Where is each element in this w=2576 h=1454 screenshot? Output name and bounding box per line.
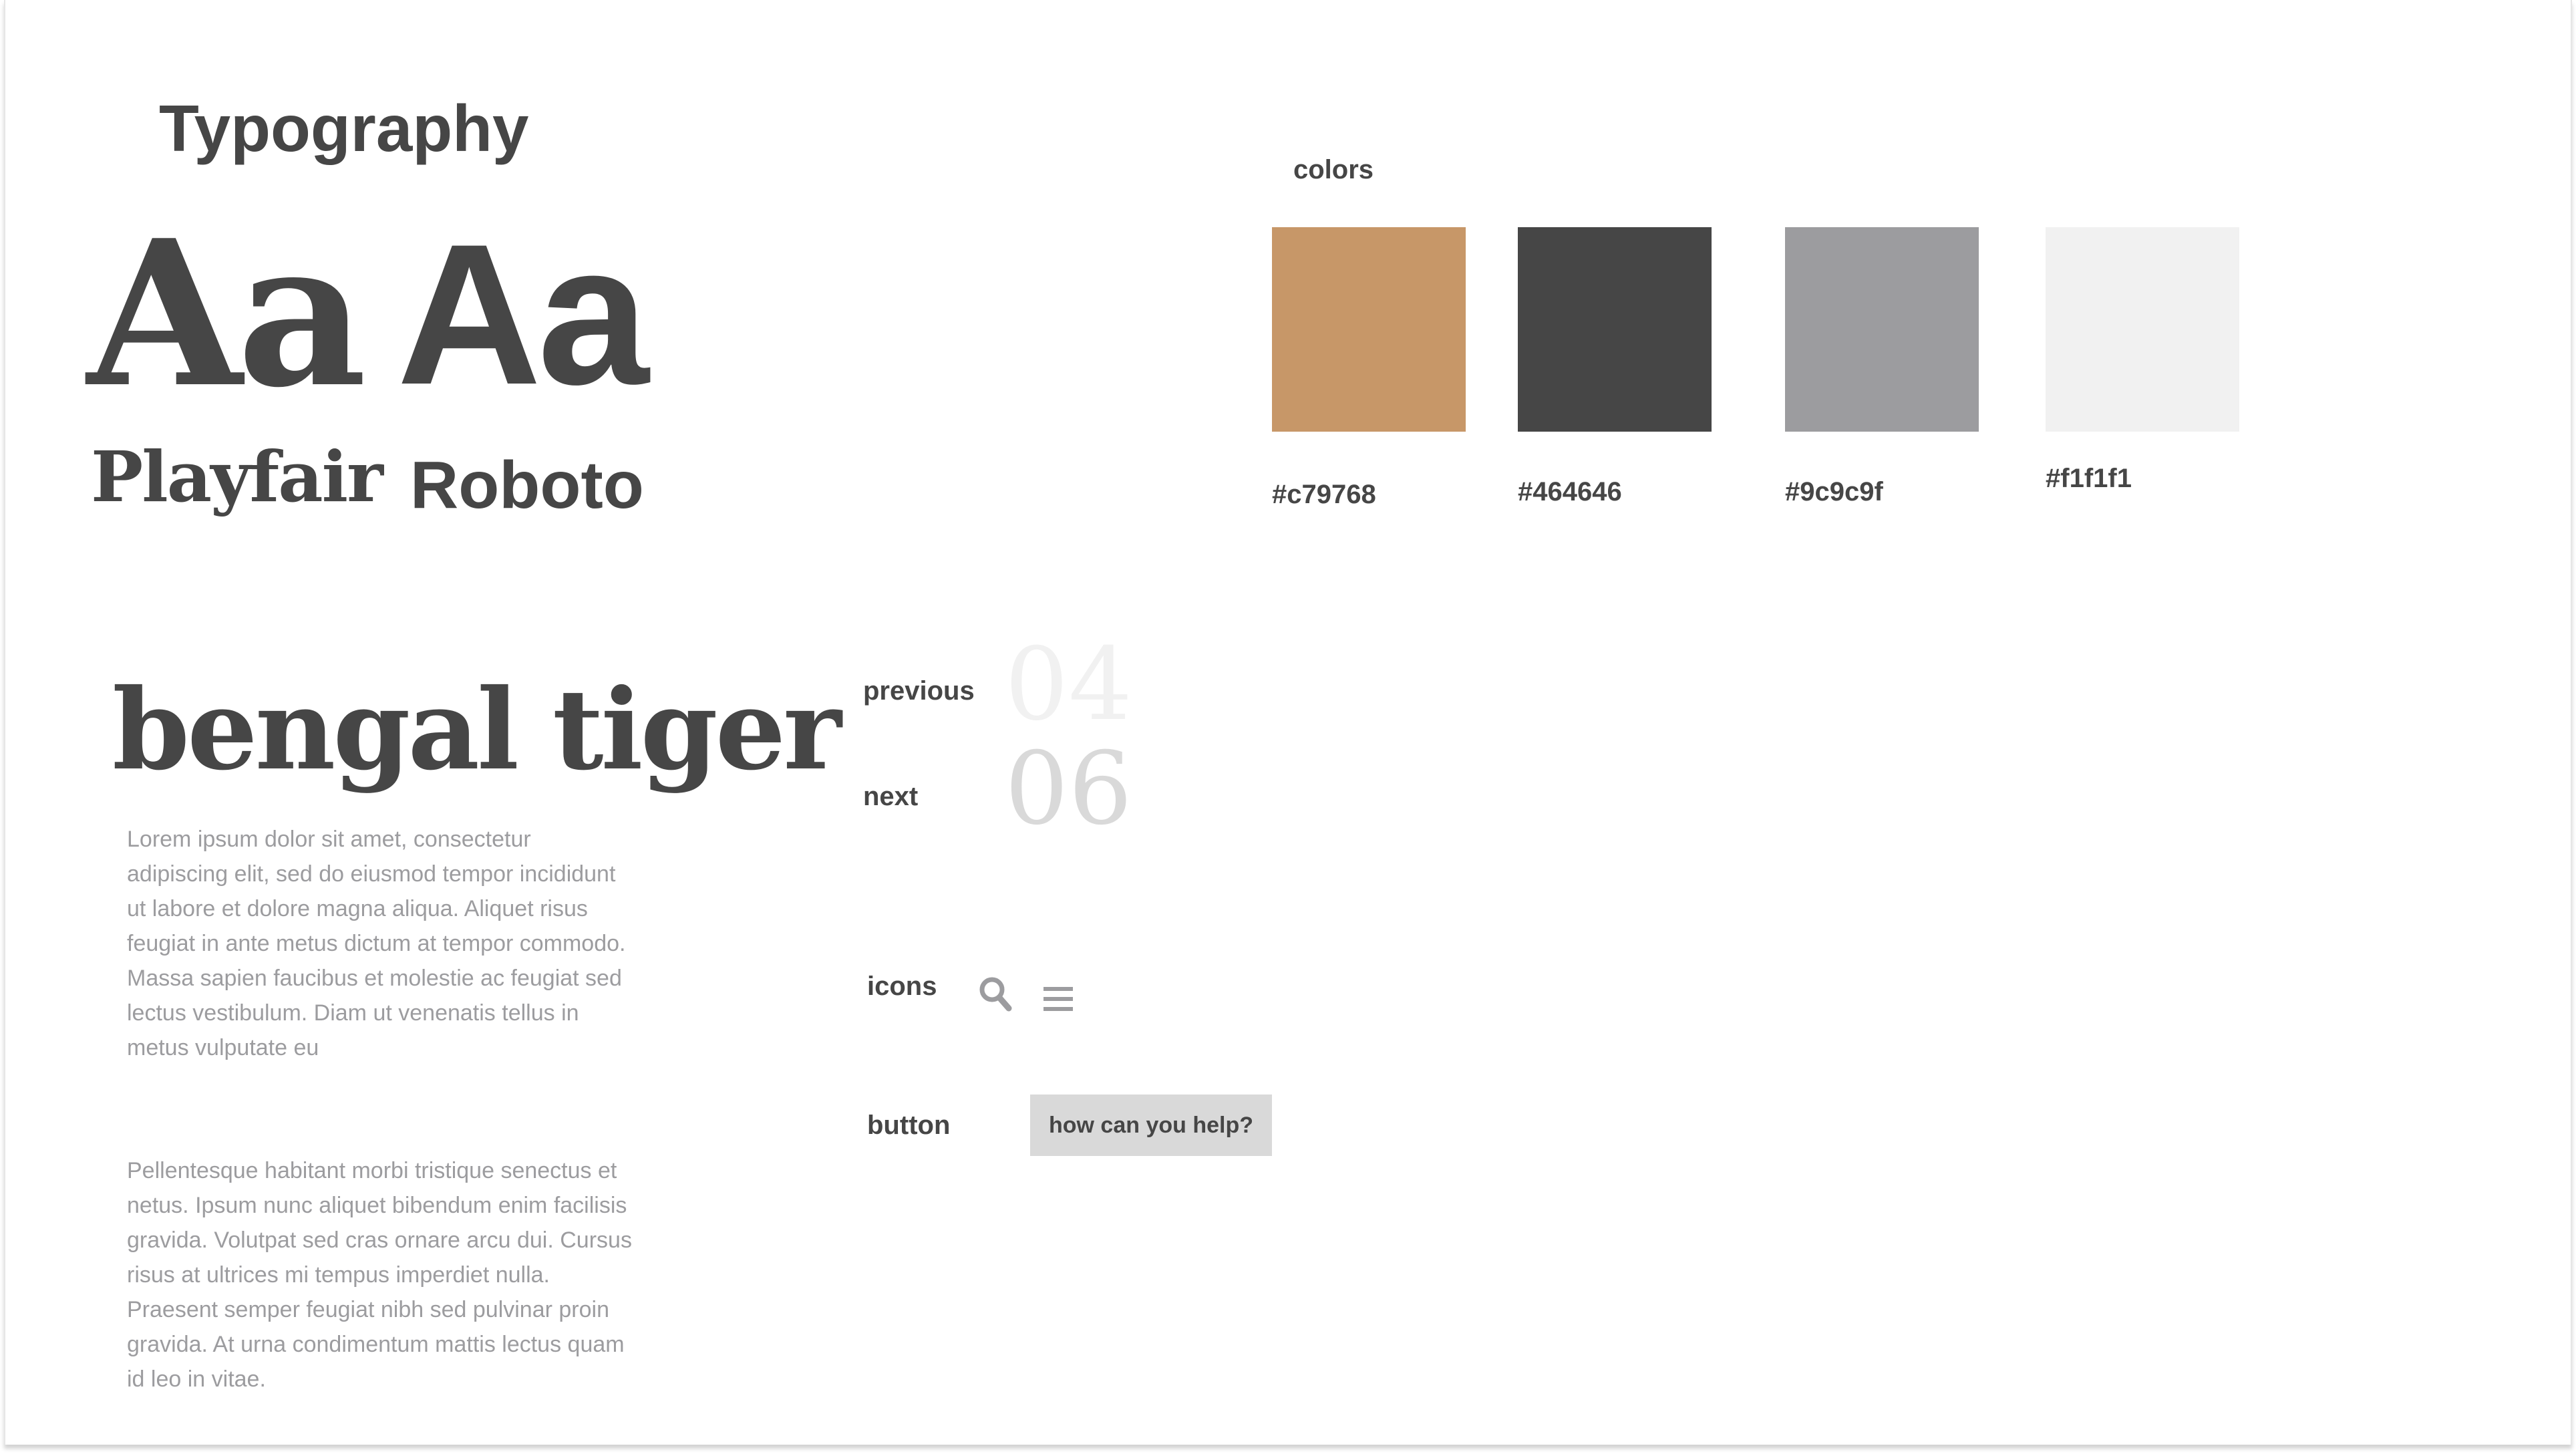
previous-link[interactable]: previous xyxy=(863,676,975,706)
style-guide-board: Typography Aa Aa Playfair Roboto colors … xyxy=(4,0,2572,1445)
next-link[interactable]: next xyxy=(863,782,918,812)
color-swatch-label-dark-gray: #464646 xyxy=(1518,477,1622,506)
serif-font-name: Playfair xyxy=(91,436,383,518)
color-swatch-label-light-gray: #f1f1f1 xyxy=(2046,464,2132,493)
color-swatch-dark-gray xyxy=(1518,227,1712,432)
help-button[interactable]: how can you help? xyxy=(1030,1095,1272,1156)
sans-font-name: Roboto xyxy=(410,448,644,523)
article-paragraph-2: Pellentesque habitant morbi tristique se… xyxy=(127,1158,632,1392)
icons-label: icons xyxy=(867,972,937,1001)
menu-icon[interactable] xyxy=(1042,985,1074,1013)
previous-number: 04 xyxy=(1005,627,1132,743)
color-swatch-label-tan: #c79768 xyxy=(1272,480,1376,509)
color-swatch-tan xyxy=(1272,227,1466,432)
search-icon[interactable] xyxy=(978,976,1013,1013)
next-number: 06 xyxy=(1005,731,1132,847)
serif-font-sample: Aa xyxy=(87,196,367,432)
typography-heading: Typography xyxy=(159,92,529,165)
colors-label: colors xyxy=(1293,155,1374,184)
button-label: button xyxy=(867,1111,951,1140)
sans-font-sample: Aa xyxy=(397,202,649,426)
article-paragraph-1: Lorem ipsum dolor sit amet, consectetur … xyxy=(127,827,626,1060)
color-swatch-light-gray xyxy=(2046,227,2239,432)
article-title: bengal tiger xyxy=(112,665,842,795)
color-swatch-label-mid-gray: #9c9c9f xyxy=(1785,477,1883,506)
color-swatch-mid-gray xyxy=(1785,227,1979,432)
